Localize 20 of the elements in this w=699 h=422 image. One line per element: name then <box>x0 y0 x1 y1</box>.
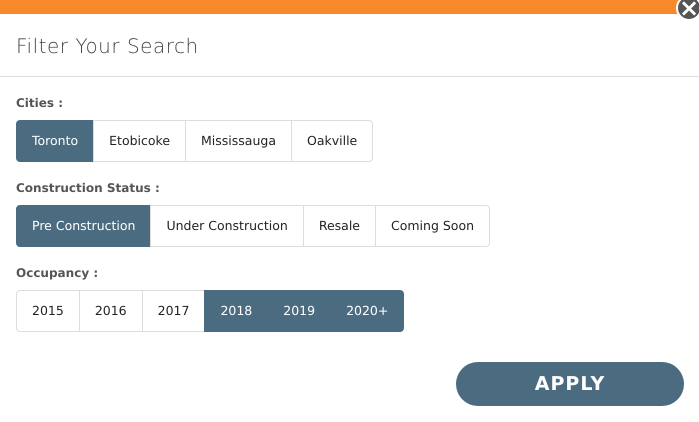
close-button[interactable]: × <box>676 0 699 21</box>
filter-option[interactable]: 2015 <box>16 290 80 332</box>
filter-option[interactable]: Toronto <box>16 120 94 162</box>
apply-button[interactable]: APPLY <box>456 362 684 406</box>
filter-option[interactable]: Under Construction <box>150 205 304 247</box>
filter-option[interactable]: Oakville <box>290 120 374 162</box>
filter-option[interactable]: Resale <box>302 205 376 247</box>
filter-option[interactable]: Etobicoke <box>93 120 186 162</box>
modal-title: Filter Your Search <box>15 33 200 60</box>
filter-option[interactable]: 2016 <box>78 290 143 332</box>
filter-option[interactable]: Mississauga <box>185 120 292 162</box>
filter-option[interactable]: 2020+ <box>330 290 404 332</box>
filter-label: Cities : <box>16 95 64 112</box>
filter-option[interactable]: 2018 <box>204 290 268 332</box>
filter-option[interactable]: 2019 <box>267 290 332 332</box>
filter-label: Construction Status : <box>16 180 161 197</box>
filter-label: Occupancy : <box>16 265 100 282</box>
filter-option[interactable]: 2017 <box>142 290 206 332</box>
filter-option[interactable]: Coming Soon <box>375 205 490 247</box>
filter-option[interactable]: Pre Construction <box>16 205 152 247</box>
